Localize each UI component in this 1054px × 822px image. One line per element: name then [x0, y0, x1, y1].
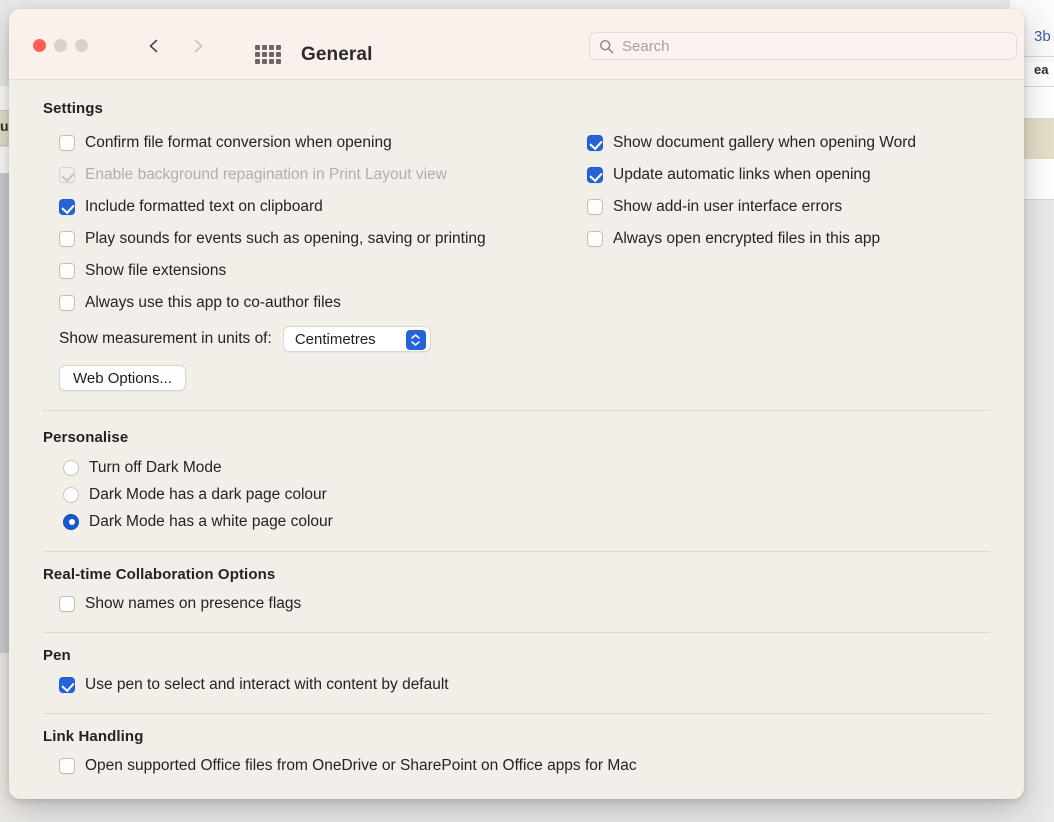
checkbox-open-encrypted-files[interactable]	[587, 231, 603, 247]
option-label: Show document gallery when opening Word	[613, 134, 916, 152]
personalise-heading: Personalise	[43, 429, 990, 446]
minimise-window-button[interactable]	[54, 39, 67, 52]
radio-label: Dark Mode has a dark page colour	[89, 486, 327, 504]
up-down-chevron-icon[interactable]	[406, 330, 426, 350]
checkbox-show-file-extensions[interactable]	[59, 263, 75, 279]
option-row-open-encrypted-files[interactable]: Always open encrypted files in this app	[571, 223, 990, 255]
pen-heading: Pen	[43, 647, 990, 664]
option-row-show-document-gallery[interactable]: Show document gallery when opening Word	[571, 127, 990, 159]
option-label: Play sounds for events such as opening, …	[85, 230, 486, 248]
window-controls	[33, 39, 88, 52]
general-preferences-window: General Settings Confirm file fo	[9, 9, 1024, 799]
checkbox-confirm-file-format-conversion[interactable]	[59, 135, 75, 151]
option-row-open-office-files[interactable]: Open supported Office files from OneDriv…	[43, 750, 990, 782]
search-icon	[599, 39, 614, 54]
page-title: General	[301, 44, 372, 66]
dark-mode-radio-group: Turn off Dark Mode Dark Mode has a dark …	[43, 454, 990, 535]
option-label: Include formatted text on clipboard	[85, 198, 323, 216]
checkbox-background-repagination	[59, 167, 75, 183]
option-label: Enable background repagination in Print …	[85, 166, 447, 184]
pen-section: Pen Use pen to select and interact with …	[43, 633, 990, 701]
option-row-update-automatic-links[interactable]: Update automatic links when opening	[571, 159, 990, 191]
show-all-preferences-icon[interactable]	[255, 45, 281, 66]
measurement-units-value: Centimetres	[295, 331, 376, 348]
option-row-show-presence-names[interactable]: Show names on presence flags	[43, 588, 990, 620]
option-label: Open supported Office files from OneDriv…	[85, 757, 637, 775]
radio-row-white-page-colour[interactable]: Dark Mode has a white page colour	[43, 508, 990, 535]
search-input[interactable]	[622, 38, 1007, 55]
radio-label: Dark Mode has a white page colour	[89, 513, 333, 531]
desktop-background: ur 3b ea	[0, 0, 1054, 822]
checkbox-include-formatted-text[interactable]	[59, 199, 75, 215]
settings-left-column: Confirm file format conversion when open…	[43, 127, 571, 391]
settings-columns: Confirm file format conversion when open…	[43, 127, 990, 391]
option-label: Update automatic links when opening	[613, 166, 871, 184]
option-row-play-sounds[interactable]: Play sounds for events such as opening, …	[43, 223, 571, 255]
settings-heading: Settings	[43, 100, 990, 117]
link-handling-section: Link Handling Open supported Office file…	[43, 714, 990, 782]
maximise-window-button[interactable]	[75, 39, 88, 52]
option-label: Always use this app to co-author files	[85, 294, 341, 312]
option-label: Use pen to select and interact with cont…	[85, 676, 449, 694]
background-text-fragment-right: ea	[1034, 62, 1048, 77]
option-row-use-pen-to-select[interactable]: Use pen to select and interact with cont…	[43, 669, 990, 701]
checkbox-co-author-files[interactable]	[59, 295, 75, 311]
close-window-button[interactable]	[33, 39, 46, 52]
radio-turn-off-dark-mode[interactable]	[63, 460, 79, 476]
option-label: Show file extensions	[85, 262, 226, 280]
radio-row-dark-page-colour[interactable]: Dark Mode has a dark page colour	[43, 481, 990, 508]
checkbox-play-sounds[interactable]	[59, 231, 75, 247]
settings-right-column: Show document gallery when opening Word …	[571, 127, 990, 391]
option-row-confirm-file-format-conversion[interactable]: Confirm file format conversion when open…	[43, 127, 571, 159]
preferences-content: Settings Confirm file format conversion …	[9, 80, 1024, 798]
web-options-button[interactable]: Web Options...	[59, 365, 186, 391]
option-row-add-in-errors[interactable]: Show add-in user interface errors	[571, 191, 990, 223]
link-handling-heading: Link Handling	[43, 728, 990, 745]
measurement-units-row: Show measurement in units of: Centimetre…	[59, 321, 571, 357]
option-label: Always open encrypted files in this app	[613, 230, 880, 248]
background-text-fragment-link: 3b	[1034, 28, 1051, 45]
checkbox-use-pen-to-select[interactable]	[59, 677, 75, 693]
option-row-background-repagination: Enable background repagination in Print …	[43, 159, 571, 191]
option-label: Show add-in user interface errors	[613, 198, 842, 216]
checkbox-add-in-errors[interactable]	[587, 199, 603, 215]
radio-label: Turn off Dark Mode	[89, 459, 222, 477]
option-row-show-file-extensions[interactable]: Show file extensions	[43, 255, 571, 287]
radio-white-page-colour[interactable]	[63, 514, 79, 530]
checkbox-update-automatic-links[interactable]	[587, 167, 603, 183]
option-row-include-formatted-text[interactable]: Include formatted text on clipboard	[43, 191, 571, 223]
checkbox-show-document-gallery[interactable]	[587, 135, 603, 151]
radio-row-turn-off-dark-mode[interactable]: Turn off Dark Mode	[43, 454, 990, 481]
settings-section: Settings Confirm file format conversion …	[43, 80, 990, 391]
window-titlebar: General	[9, 9, 1024, 80]
collaboration-heading: Real-time Collaboration Options	[43, 566, 990, 583]
measurement-units-dropdown[interactable]: Centimetres	[283, 326, 431, 352]
search-field[interactable]	[589, 32, 1017, 60]
option-row-co-author-files[interactable]: Always use this app to co-author files	[43, 287, 571, 319]
navigation-controls	[145, 37, 207, 55]
collaboration-section: Real-time Collaboration Options Show nam…	[43, 552, 990, 620]
back-chevron-icon[interactable]	[145, 37, 163, 55]
forward-chevron-icon[interactable]	[189, 37, 207, 55]
option-label: Confirm file format conversion when open…	[85, 134, 392, 152]
option-label: Show names on presence flags	[85, 595, 301, 613]
measurement-units-label: Show measurement in units of:	[59, 330, 272, 348]
checkbox-show-presence-names[interactable]	[59, 596, 75, 612]
radio-dark-page-colour[interactable]	[63, 487, 79, 503]
checkbox-open-office-files[interactable]	[59, 758, 75, 774]
personalise-section: Personalise Turn off Dark Mode Dark Mode…	[43, 411, 990, 535]
